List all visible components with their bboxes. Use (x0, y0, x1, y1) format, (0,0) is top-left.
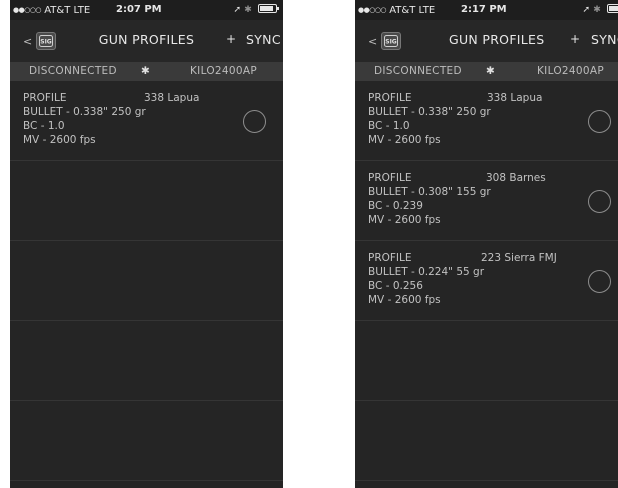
bluetooth-icon: ✱ (141, 65, 150, 77)
carrier-info: ●●○○○ AT&T LTE (358, 0, 435, 21)
status-bar: ●●○○○ AT&T LTE 2:17 PM ➚ ✱ (355, 0, 618, 20)
profile-row[interactable]: PROFILE 223 Sierra FMJ BULLET - 0.224" 5… (355, 241, 618, 321)
profile-label: PROFILE (368, 172, 412, 184)
battery-icon (258, 4, 279, 13)
phone-screen-right: ●●○○○ AT&T LTE 2:17 PM ➚ ✱ < SIG GUN PRO… (355, 0, 618, 488)
connection-status: DISCONNECTED (374, 65, 462, 77)
device-name: KILO2400AP (537, 65, 604, 77)
page-title: GUN PROFILES (449, 32, 545, 47)
nav-bar: < SIG GUN PROFILES + SYNC (355, 20, 618, 62)
profile-label: PROFILE (23, 92, 67, 104)
status-time: 2:07 PM (116, 4, 162, 15)
status-time: 2:17 PM (461, 4, 507, 15)
connection-status: DISCONNECTED (29, 65, 117, 77)
sync-button[interactable]: SYNC (591, 32, 618, 47)
profile-name: 308 Barnes (486, 172, 546, 184)
location-arrow-icon: ➚ (582, 5, 591, 15)
bluetooth-icon: ✱ (486, 65, 495, 77)
profile-name: 338 Lapua (487, 92, 543, 104)
status-bar: ●●○○○ AT&T LTE 2:07 PM ➚ ✱ (10, 0, 283, 20)
empty-profile-slot (355, 321, 618, 401)
profile-row[interactable]: PROFILE 338 Lapua BULLET - 0.338" 250 gr… (355, 81, 618, 161)
profile-row[interactable]: PROFILE 338 Lapua BULLET - 0.338" 250 gr… (10, 81, 283, 161)
connection-bar: DISCONNECTED ✱ KILO2400AP (10, 62, 283, 81)
nav-bar: < SIG GUN PROFILES + SYNC (10, 20, 283, 62)
profile-bullet: BULLET - 0.338" 250 gr (23, 106, 146, 118)
profile-label: PROFILE (368, 252, 412, 264)
empty-profile-slot (355, 401, 618, 481)
profile-mv: MV - 2600 fps (368, 134, 441, 146)
carrier-name: AT&T (389, 5, 416, 16)
profile-bc: BC - 0.239 (368, 200, 423, 212)
bluetooth-icon: ✱ (244, 5, 252, 15)
carrier-info: ●●○○○ AT&T LTE (13, 0, 90, 21)
profile-name: 338 Lapua (144, 92, 200, 104)
profile-mv: MV - 2600 fps (23, 134, 96, 146)
profile-select-radio[interactable] (243, 110, 266, 133)
add-profile-button[interactable]: + (226, 32, 236, 46)
profile-list: PROFILE 338 Lapua BULLET - 0.338" 250 gr… (10, 81, 283, 488)
profile-row[interactable]: PROFILE 308 Barnes BULLET - 0.308" 155 g… (355, 161, 618, 241)
profile-bullet: BULLET - 0.224" 55 gr (368, 266, 485, 278)
profile-label: PROFILE (368, 92, 412, 104)
network-type: LTE (73, 5, 91, 16)
device-name: KILO2400AP (190, 65, 257, 77)
sig-logo-icon: SIG (381, 32, 402, 50)
sync-button[interactable]: SYNC (246, 32, 281, 47)
profile-bc: BC - 1.0 (368, 120, 410, 132)
profile-bc: BC - 1.0 (23, 120, 65, 132)
sig-logo-mark: SIG (384, 35, 399, 47)
profile-select-radio[interactable] (588, 270, 611, 293)
phone-screen-left: ●●○○○ AT&T LTE 2:07 PM ➚ ✱ < SIG GUN PRO… (10, 0, 283, 488)
back-button[interactable]: < SIG (368, 30, 402, 52)
signal-strength-icon: ●●○○○ (13, 6, 42, 14)
signal-strength-icon: ●●○○○ (358, 6, 387, 14)
location-arrow-icon: ➚ (233, 5, 242, 15)
network-type: LTE (418, 5, 436, 16)
status-icons: ➚ ✱ (233, 0, 279, 20)
profile-mv: MV - 2600 fps (368, 294, 441, 306)
chevron-left-icon: < (368, 34, 378, 48)
sig-logo-text: SIG (385, 39, 397, 46)
bluetooth-icon: ✱ (593, 5, 601, 15)
profile-mv: MV - 2600 fps (368, 214, 441, 226)
battery-icon (607, 4, 618, 13)
profile-bullet: BULLET - 0.338" 250 gr (368, 106, 491, 118)
empty-profile-slot (10, 161, 283, 241)
carrier-name: AT&T (44, 5, 71, 16)
profile-name: 223 Sierra FMJ (481, 252, 557, 264)
profile-select-radio[interactable] (588, 190, 611, 213)
empty-profile-slot (10, 241, 283, 321)
page-title: GUN PROFILES (98, 32, 195, 47)
profile-bc: BC - 0.256 (368, 280, 423, 292)
empty-profile-slot (10, 321, 283, 401)
add-profile-button[interactable]: + (570, 32, 580, 46)
connection-bar: DISCONNECTED ✱ KILO2400AP (355, 62, 618, 81)
profile-list: PROFILE 338 Lapua BULLET - 0.338" 250 gr… (355, 81, 618, 488)
status-icons: ➚ ✱ (583, 0, 618, 20)
profile-bullet: BULLET - 0.308" 155 gr (368, 186, 491, 198)
profile-select-radio[interactable] (588, 110, 611, 133)
empty-profile-slot (10, 401, 283, 481)
